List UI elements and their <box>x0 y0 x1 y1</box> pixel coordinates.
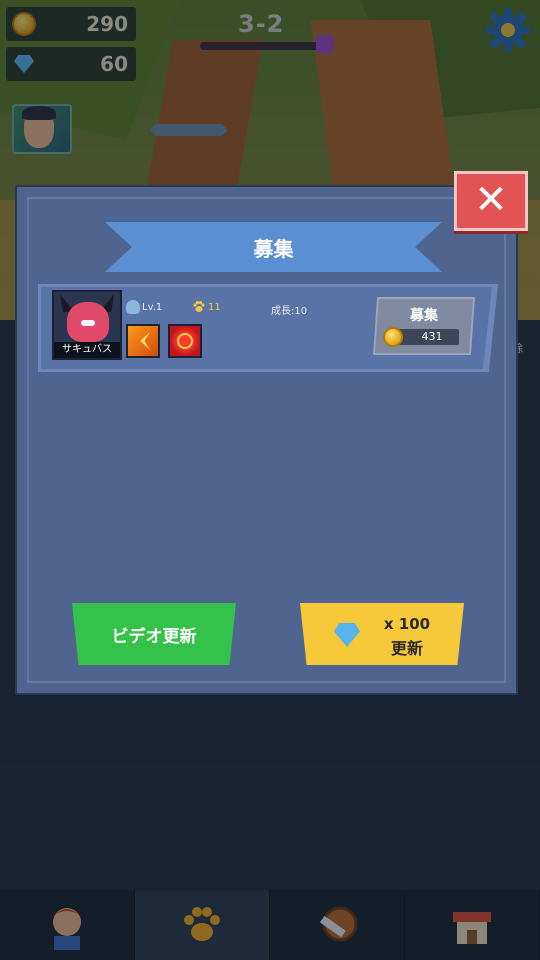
gem-refresh-label: 更新 <box>390 639 423 658</box>
pet-level: Lv.1 <box>142 302 163 313</box>
recruit-price: 431 <box>421 330 443 343</box>
pet-eye <box>81 320 95 326</box>
claw-skill-icon[interactable] <box>126 324 160 358</box>
pet-portrait[interactable]: サキュバス <box>52 290 122 360</box>
pet-paw-value: 11 <box>208 302 221 313</box>
recruit-button-label: 募集 <box>410 308 438 324</box>
target-skill-icon[interactable] <box>168 324 202 358</box>
dialog-title-ribbon: 募集 <box>105 222 442 272</box>
close-icon: ✕ <box>474 177 508 223</box>
dialog-title: 募集 <box>253 237 294 261</box>
paw-icon <box>193 301 205 312</box>
claw-mark <box>140 332 150 350</box>
pet-name: サキュバス <box>54 342 120 358</box>
recruit-button[interactable]: 募集 431 <box>373 297 475 355</box>
video-refresh-button[interactable]: ビデオ更新 <box>72 603 236 665</box>
close-button[interactable]: ✕ <box>454 171 528 231</box>
gem-icon <box>334 623 360 647</box>
skull-icon <box>126 300 140 314</box>
pet-growth: 成長:10 <box>271 306 308 317</box>
video-refresh-label: ビデオ更新 <box>111 627 197 647</box>
gem-refresh-button[interactable]: x 100 更新 <box>300 603 464 665</box>
target-mark <box>177 333 193 349</box>
coin-icon <box>383 327 403 347</box>
gem-refresh-cost: x 100 <box>383 615 431 633</box>
